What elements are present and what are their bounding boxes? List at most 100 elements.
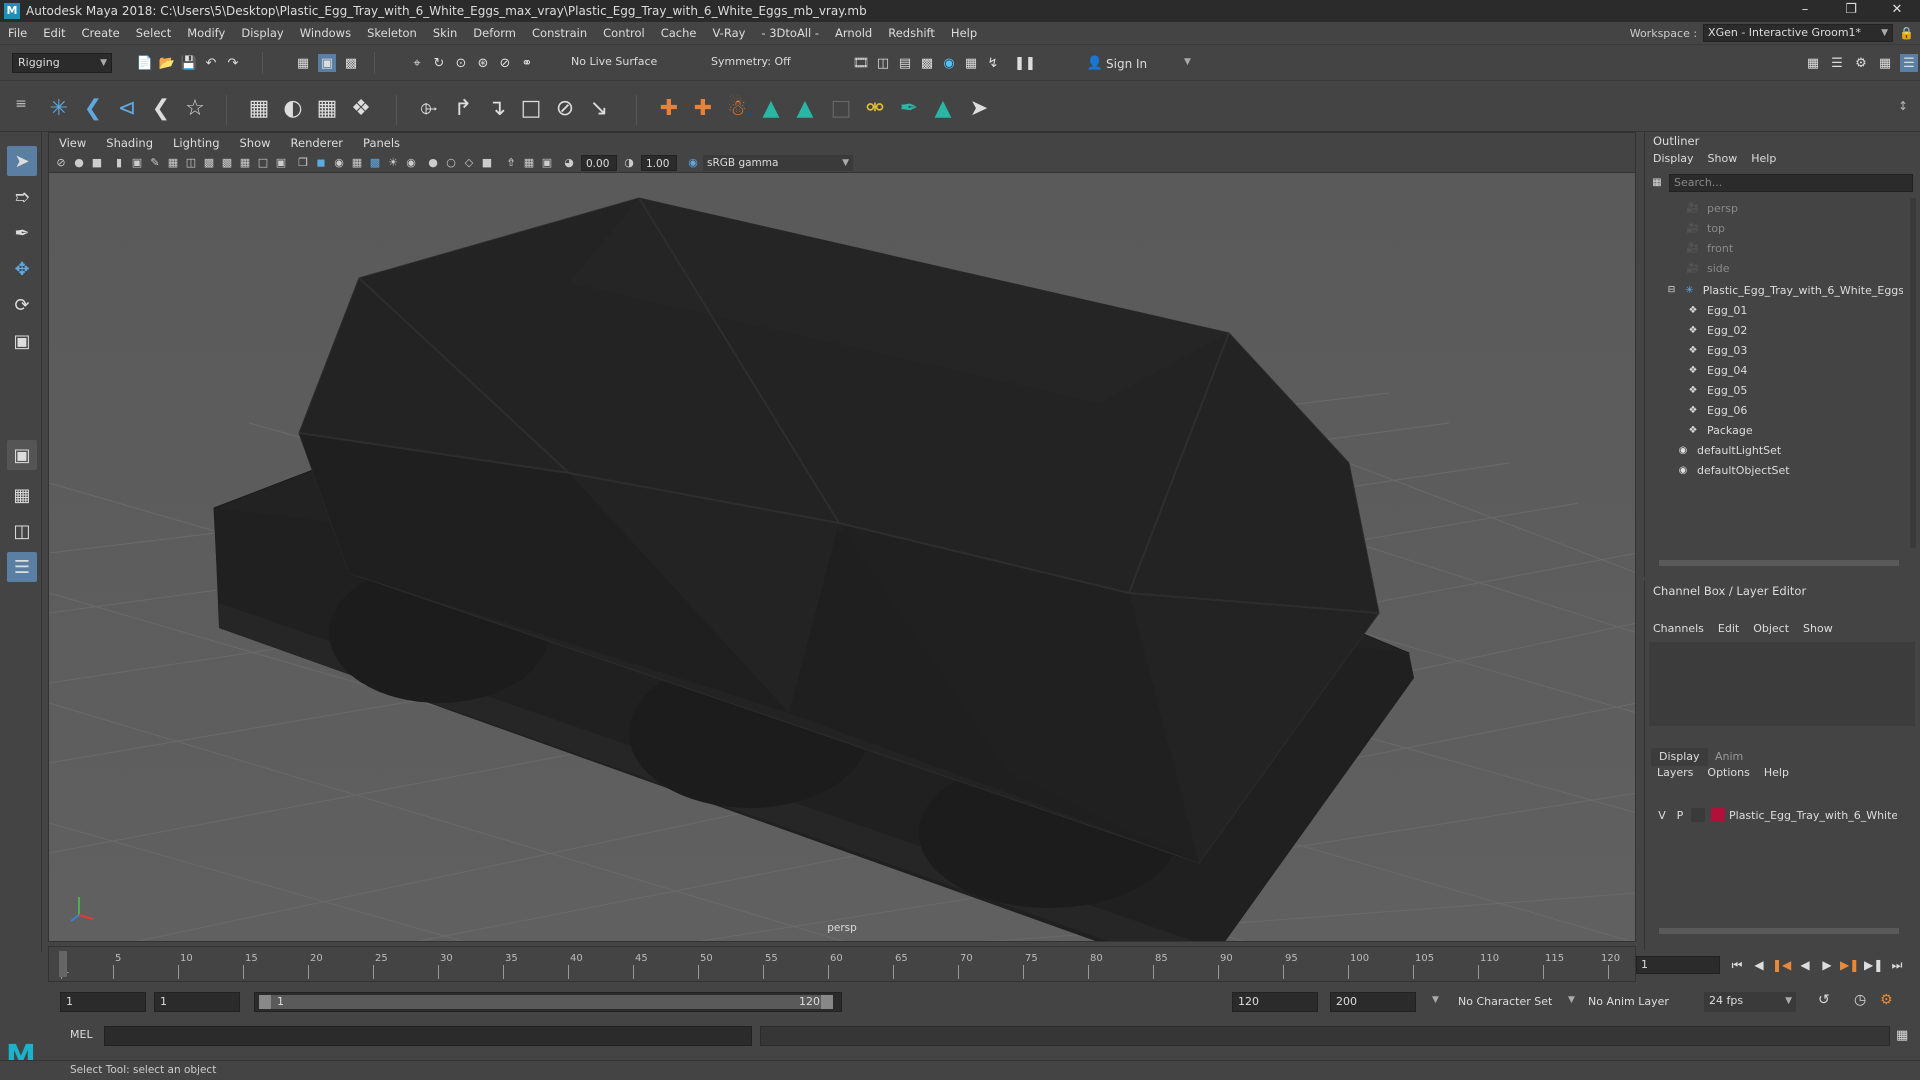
wireframe-icon[interactable]: ❐ bbox=[295, 155, 311, 171]
character-icon[interactable]: ☃ bbox=[722, 93, 752, 123]
outliner-item-egg-02[interactable]: ❖ Egg_02 bbox=[1647, 320, 1903, 340]
select-component-icon[interactable]: ▩ bbox=[342, 54, 360, 72]
outliner-vertical-scrollbar[interactable] bbox=[1910, 198, 1916, 548]
menu-redshift[interactable]: Redshift bbox=[880, 22, 943, 44]
parent-constraint-icon[interactable]: ⊘ bbox=[550, 93, 580, 123]
go-to-start-icon[interactable]: ⏮ bbox=[1728, 957, 1746, 973]
snap-live-icon[interactable]: ⚭ bbox=[518, 54, 536, 72]
layer-playback-toggle[interactable]: P bbox=[1671, 809, 1689, 822]
render-settings-icon[interactable]: ▩ bbox=[918, 54, 936, 72]
color-space-dropdown[interactable]: sRGB gamma ▼ bbox=[703, 155, 853, 171]
layer-color-swatch[interactable] bbox=[1711, 808, 1725, 822]
shadows-icon[interactable]: ☀ bbox=[385, 155, 401, 171]
menu-vray[interactable]: V-Ray bbox=[704, 22, 753, 44]
scale-constraint-icon[interactable]: □ bbox=[516, 93, 546, 123]
motion-blur-icon[interactable]: ● bbox=[425, 155, 441, 171]
menu-control[interactable]: Control bbox=[595, 22, 653, 44]
menu-skin[interactable]: Skin bbox=[425, 22, 465, 44]
auto-key-icon[interactable]: ◷ bbox=[1854, 992, 1866, 1008]
mash-network-icon[interactable]: ▲ bbox=[790, 93, 820, 123]
character-set-dropdown[interactable]: No Character Set bbox=[1458, 995, 1552, 1008]
field-chart-icon[interactable]: ▦ bbox=[237, 155, 253, 171]
outliner-item-egg-01[interactable]: ❖ Egg_01 bbox=[1647, 300, 1903, 320]
ik-handle-icon[interactable]: ❮ bbox=[78, 93, 108, 123]
locator-icon[interactable]: ✚ bbox=[654, 93, 684, 123]
cb-menu-object[interactable]: Object bbox=[1753, 622, 1789, 635]
outliner-item-top[interactable]: 🎥 top bbox=[1647, 218, 1903, 238]
layer-menu-help[interactable]: Help bbox=[1764, 766, 1789, 779]
time-slider[interactable]: 1 5 10 15 20 25 30 35 40 45 50 55 60 65 … bbox=[48, 946, 1636, 982]
go-to-end-icon[interactable]: ⏭ bbox=[1888, 957, 1906, 973]
step-back-key-icon[interactable]: ◀‎ bbox=[1750, 957, 1768, 973]
outliner-item-default-object-set[interactable]: ◉ defaultObjectSet bbox=[1647, 460, 1903, 480]
save-scene-icon[interactable]: 💾 bbox=[180, 54, 198, 72]
new-scene-icon[interactable]: 📄 bbox=[136, 54, 154, 72]
aim-constraint-icon[interactable]: ↱ bbox=[448, 93, 478, 123]
outliner-layout-icon[interactable]: ☰ bbox=[7, 552, 37, 582]
cluster-icon[interactable]: ✚ bbox=[688, 93, 718, 123]
range-start-handle[interactable] bbox=[259, 995, 271, 1009]
current-frame-field[interactable]: 1 bbox=[1636, 956, 1720, 974]
bake-icon[interactable]: ⚮ bbox=[860, 93, 890, 123]
outliner-item-egg-03[interactable]: ❖ Egg_03 bbox=[1647, 340, 1903, 360]
wireframe-on-shaded-icon[interactable]: ◉ bbox=[331, 155, 347, 171]
lattice-icon[interactable]: ▦ bbox=[312, 93, 342, 123]
display-layer-row[interactable]: V P Plastic_Egg_Tray_with_6_White_Eggs bbox=[1653, 804, 1909, 826]
collapse-icon[interactable]: ⊟ bbox=[1667, 283, 1676, 297]
vp-menu-view[interactable]: View bbox=[49, 136, 96, 150]
vp-menu-lighting[interactable]: Lighting bbox=[163, 136, 229, 150]
xray-icon[interactable]: ⇮ bbox=[503, 155, 519, 171]
playback-end-field[interactable]: 120 bbox=[1232, 992, 1318, 1012]
vp-menu-panels[interactable]: Panels bbox=[353, 136, 410, 150]
anim-layer-dropdown[interactable]: No Anim Layer bbox=[1588, 995, 1669, 1008]
layer-visibility-toggle[interactable]: V bbox=[1653, 809, 1671, 822]
outliner-item-package[interactable]: ❖ Package bbox=[1647, 420, 1903, 440]
grease-pencil-icon[interactable]: ✎ bbox=[147, 155, 163, 171]
outliner-item-root[interactable]: ⊟ ✳ Plastic_Egg_Tray_with_6_White_Eggs_nc bbox=[1647, 280, 1903, 300]
step-back-frame-icon[interactable]: ❚◀ bbox=[1772, 957, 1791, 973]
layer-type-toggle[interactable] bbox=[1691, 808, 1705, 822]
play-forwards-icon[interactable]: ▶ bbox=[1818, 957, 1836, 973]
point-constraint-icon[interactable]: ⌱ bbox=[414, 93, 444, 123]
workspace-dropdown[interactable]: XGen - Interactive Groom1* ▼ bbox=[1703, 24, 1894, 42]
fps-dropdown[interactable]: 24 fps ▼ bbox=[1704, 992, 1796, 1012]
play-backwards-icon[interactable]: ◀ bbox=[1796, 957, 1814, 973]
gate-mask-icon[interactable]: ▩ bbox=[219, 155, 235, 171]
bind-skin-icon[interactable]: ▦ bbox=[244, 93, 274, 123]
depth-of-field-icon[interactable]: ◇ bbox=[461, 155, 477, 171]
ambient-occlusion-icon[interactable]: ◉ bbox=[403, 155, 419, 171]
resolution-gate-icon[interactable]: ▩ bbox=[201, 155, 217, 171]
open-scene-icon[interactable]: 📂 bbox=[158, 54, 176, 72]
menu-constrain[interactable]: Constrain bbox=[524, 22, 595, 44]
close-icon[interactable]: ✕ bbox=[1874, 0, 1920, 22]
ipr-render-icon[interactable]: ▤ bbox=[896, 54, 914, 72]
snap-point-icon[interactable]: ⊙ bbox=[452, 54, 470, 72]
move-tool-icon[interactable]: ✥ bbox=[7, 254, 37, 284]
loop-icon[interactable]: ↺ bbox=[1818, 992, 1830, 1008]
mel-label[interactable]: MEL bbox=[70, 1028, 93, 1041]
render-frame-icon[interactable]: 🎞 bbox=[852, 54, 870, 72]
multisample-icon[interactable]: ○ bbox=[443, 155, 459, 171]
snap-surface-icon[interactable]: ⊘ bbox=[496, 54, 514, 72]
animation-start-field[interactable]: 1 bbox=[60, 992, 146, 1012]
color-management-icon[interactable]: ◉ bbox=[685, 155, 701, 171]
smooth-shade-icon[interactable]: ◼ bbox=[313, 155, 329, 171]
script-editor-icon[interactable]: ▦ bbox=[1896, 1028, 1908, 1043]
chevron-down-icon[interactable]: ▼ bbox=[1184, 57, 1191, 67]
playhead[interactable] bbox=[59, 951, 67, 977]
layer-horizontal-scrollbar[interactable] bbox=[1659, 928, 1899, 934]
mash-repro-icon[interactable]: ▲ bbox=[928, 93, 958, 123]
joint-tool-icon[interactable]: ✳ bbox=[44, 93, 74, 123]
safe-action-icon[interactable]: □ bbox=[255, 155, 271, 171]
sign-in-button[interactable]: Sign In bbox=[1106, 57, 1147, 71]
2d-pan-icon[interactable]: ▣ bbox=[129, 155, 145, 171]
range-slider-bar-fill[interactable] bbox=[259, 995, 831, 1009]
redo-icon[interactable]: ↷ bbox=[224, 54, 242, 72]
menu-skeleton[interactable]: Skeleton bbox=[359, 22, 425, 44]
cb-menu-channels[interactable]: Channels bbox=[1653, 622, 1704, 635]
lasso-tool-icon[interactable]: ➱ bbox=[7, 182, 37, 212]
cb-menu-edit[interactable]: Edit bbox=[1718, 622, 1739, 635]
four-view-icon[interactable]: ▦ bbox=[7, 480, 37, 510]
wrap-icon[interactable]: ❖ bbox=[346, 93, 376, 123]
minimize-icon[interactable]: – bbox=[1782, 0, 1828, 22]
